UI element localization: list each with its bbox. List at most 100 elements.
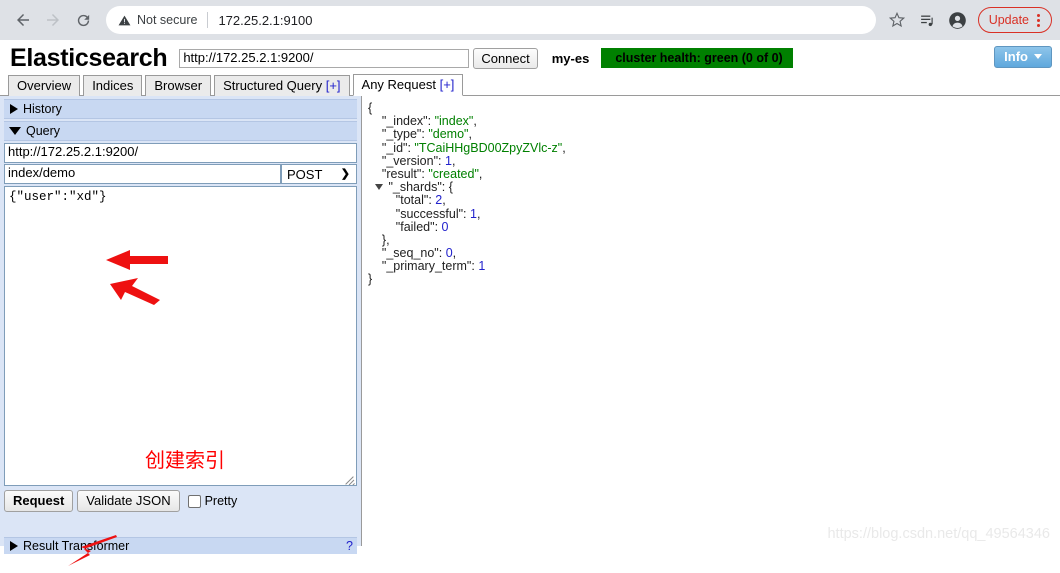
tab-overview[interactable]: Overview [8, 75, 81, 96]
request-body-textarea[interactable]: {"user":"xd"} [4, 186, 357, 486]
triangle-right-icon [10, 541, 18, 551]
json-value: "demo" [428, 127, 469, 142]
json-key: "successful" [395, 206, 464, 221]
json-value: 0 [445, 246, 453, 261]
elasticsearch-head-app: Elasticsearch http://172.25.2.1:9200/ Co… [0, 40, 1060, 566]
result-transformer-section-header[interactable]: Result Transformer ? [4, 537, 357, 554]
tab-structured-query[interactable]: Structured Query [+] [214, 75, 350, 96]
json-key: "failed" [395, 219, 435, 234]
request-path-row: index/demo POST ❯ [4, 164, 357, 184]
response-json-line: "failed": 0 [395, 219, 449, 234]
pretty-checkbox[interactable] [187, 494, 201, 508]
tab-plus-link[interactable]: [+] [326, 78, 341, 93]
url-text[interactable]: 172.25.2.1:9100 [218, 13, 312, 28]
json-value: 1 [478, 259, 486, 274]
back-button[interactable] [8, 5, 38, 35]
triangle-right-icon [10, 104, 18, 114]
reading-list-button[interactable] [914, 6, 942, 34]
chevron-down-icon: ❯ [340, 167, 350, 180]
json-key: "_primary_term" [381, 259, 472, 274]
json-key: "_type" [381, 127, 422, 142]
json-key: "_shards" [388, 180, 442, 195]
back-arrow-icon [17, 14, 29, 26]
star-icon [888, 12, 905, 28]
history-label: History [23, 102, 62, 116]
app-logo: Elasticsearch [10, 43, 168, 72]
browser-toolbar: Not secure 172.25.2.1:9100 Update [0, 0, 1060, 40]
json-key: "_index" [381, 114, 428, 129]
query-section-header[interactable]: Query [4, 121, 357, 141]
security-label: Not secure [137, 13, 198, 27]
chrome-right-controls: Update [910, 6, 1052, 34]
tab-any-request[interactable]: Any Request [+] [352, 74, 464, 96]
json-value: 2 [435, 193, 443, 208]
update-button[interactable]: Update [977, 7, 1052, 33]
cluster-host-input[interactable]: http://172.25.2.1:9200/ [179, 48, 470, 68]
caret-down-icon [1034, 54, 1042, 59]
result-transformer-label: Result Transformer [23, 539, 130, 553]
reload-icon [77, 14, 89, 26]
update-label: Update [988, 13, 1029, 27]
profile-button[interactable] [944, 6, 972, 34]
response-json-line: "_shards": { [368, 180, 1060, 195]
json-value: "created" [428, 166, 479, 181]
json-value: { [368, 101, 373, 115]
pretty-label: Pretty [204, 494, 238, 508]
connect-button[interactable]: Connect [473, 47, 538, 69]
bookmark-button[interactable] [884, 7, 910, 33]
cluster-name-label: my-es [551, 50, 590, 66]
tab-browser[interactable]: Browser [145, 75, 212, 96]
json-key: "_version" [381, 153, 439, 168]
triangle-down-icon [9, 127, 21, 135]
http-method-select[interactable]: POST ❯ [281, 164, 357, 184]
info-label: Info [1004, 49, 1028, 64]
response-panel: { "_index": "index", "_type": "demo", "_… [362, 96, 1060, 546]
json-key: "_id" [381, 140, 408, 155]
http-method-value: POST [287, 166, 323, 182]
tab-bar: Overview Indices Browser Structured Quer… [0, 74, 1060, 96]
profile-avatar-icon [949, 11, 966, 29]
main-content: History Query http://172.25.2.1:9200/ in… [0, 96, 1060, 566]
response-json-line: "_id": "TCaiHHgBD00ZpyZVlc-z", [381, 140, 566, 155]
request-path-input[interactable]: index/demo [4, 164, 281, 184]
triangle-down-icon[interactable] [374, 184, 383, 191]
query-label: Query [26, 124, 61, 138]
request-button[interactable]: Request [4, 490, 74, 512]
json-value: 1 [469, 206, 477, 221]
validate-json-button[interactable]: Validate JSON [77, 490, 180, 512]
response-json-line: "_primary_term": 1 [381, 259, 486, 274]
history-section-header[interactable]: History [4, 99, 357, 119]
annotation-chinese-note: 创建索引 [145, 448, 225, 472]
tab-label: Structured Query [223, 78, 323, 93]
tab-plus-link[interactable]: [+] [440, 77, 455, 92]
forward-button[interactable] [38, 5, 68, 35]
result-transformer-help-link[interactable]: ? [346, 539, 353, 553]
json-value: }, [381, 232, 390, 247]
json-value: { [448, 180, 453, 195]
three-dot-menu-icon[interactable] [1029, 10, 1047, 30]
response-json-line: }, [368, 232, 1060, 247]
address-bar[interactable]: Not secure 172.25.2.1:9100 [106, 6, 876, 34]
response-json: { "_index": "index", "_type": "demo", "_… [368, 101, 1060, 287]
app-header: Elasticsearch http://172.25.2.1:9200/ Co… [0, 40, 1060, 70]
request-body-value: {"user":"xd"} [9, 190, 107, 204]
request-url-input[interactable]: http://172.25.2.1:9200/ [4, 143, 357, 163]
tab-label: Indices [92, 78, 134, 93]
json-value: "TCaiHHgBD00ZpyZVlc-z" [414, 140, 563, 155]
json-key: "total" [395, 193, 429, 208]
reload-button[interactable] [68, 5, 98, 35]
textarea-resize-handle[interactable] [343, 472, 355, 485]
watermark-text: https://blog.csdn.net/qq_49564346 [827, 526, 1050, 542]
forward-arrow-icon [47, 14, 59, 26]
pretty-checkbox-wrapper[interactable]: Pretty [187, 494, 238, 508]
query-panel: History Query http://172.25.2.1:9200/ in… [0, 96, 362, 566]
cluster-health-badge: cluster health: green (0 of 0) [601, 48, 793, 68]
json-key: "_seq_no" [381, 246, 439, 261]
tab-label: Any Request [361, 77, 436, 92]
tab-indices[interactable]: Indices [83, 75, 143, 96]
json-value: } [368, 272, 373, 287]
security-indicator[interactable]: Not secure [118, 13, 197, 27]
response-json-line: "result": "created", [381, 166, 483, 181]
omnibox-divider [207, 12, 209, 28]
info-button[interactable]: Info [994, 46, 1052, 68]
